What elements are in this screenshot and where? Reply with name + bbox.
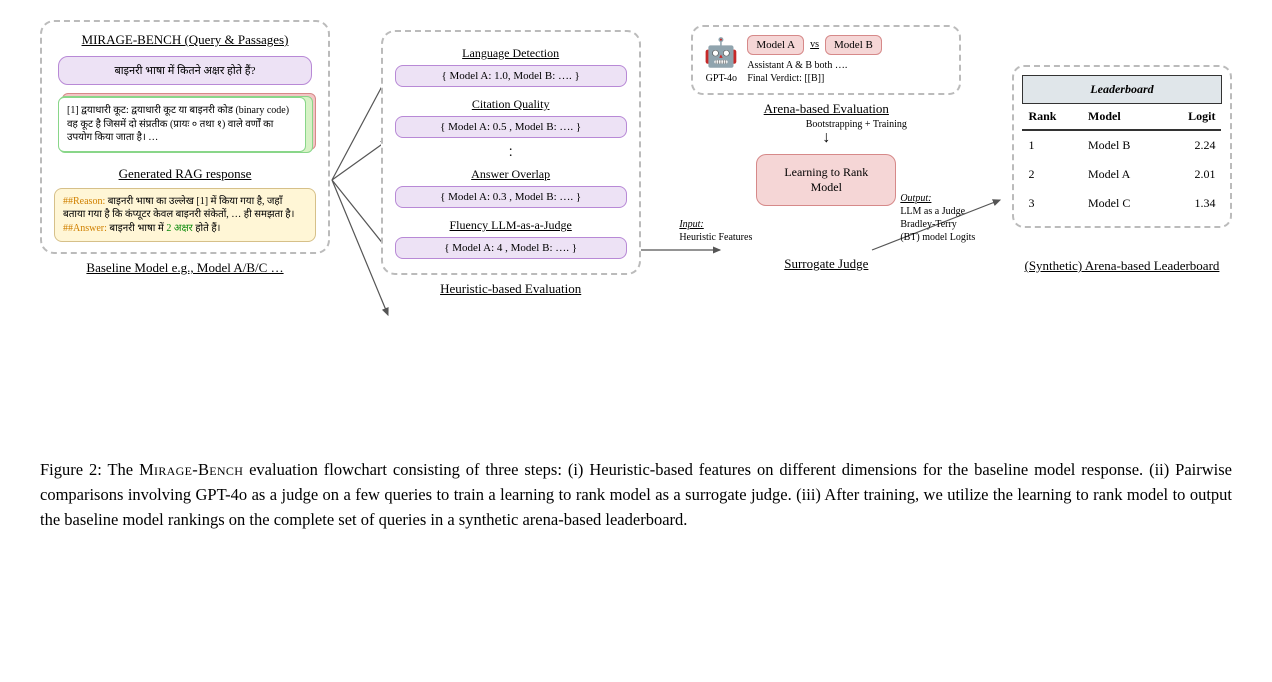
metric-box-2: { Model A: 0.3 , Model B: …. }	[395, 186, 627, 208]
rag-title: Generated RAG response	[54, 166, 316, 182]
passage-stack: [1] द्वयाधारी कूट: द्वयाधारी कूट या बाइन…	[54, 93, 316, 156]
gpt-label: GPT-4o	[703, 73, 739, 84]
bootstrap-label: Bootstrapping + Training	[721, 119, 991, 130]
input-panel: MIRAGE-BENCH (Query & Passages) बाइनरी भ…	[40, 20, 330, 254]
col3-caption: Surrogate Judge	[691, 256, 961, 272]
metric-box-1: { Model A: 0.5 , Model B: …. }	[395, 116, 627, 138]
model-a-pill: Model A	[747, 35, 804, 55]
vs-label: vs	[808, 39, 821, 50]
input-title: MIRAGE-BENCH (Query & Passages)	[54, 32, 316, 48]
input-annotation: Input: Heuristic Features	[679, 218, 752, 244]
lb-col-logit: Logit	[1163, 104, 1222, 131]
col4-caption: (Synthetic) Arena-based Leaderboard	[1012, 258, 1232, 274]
robot-icon: 🤖	[703, 35, 739, 71]
answer-text-a: बाइनरी भाषा में	[107, 223, 166, 234]
down-arrow-icon: ↓	[691, 130, 961, 146]
heuristic-column: Language Detection { Model A: 1.0, Model…	[381, 30, 641, 297]
lb-col-model: Model	[1082, 104, 1163, 131]
surrogate-column: 🤖 GPT-4o Model A vs Model B Assistant A …	[691, 25, 961, 272]
assistant-line: Assistant A & B both ….	[747, 59, 949, 72]
reason-label: ##Reason:	[63, 196, 105, 207]
table-row: 2Model A2.01	[1022, 160, 1221, 189]
answer-highlight: 2 अक्षर	[166, 223, 192, 234]
col1-caption: Baseline Model e.g., Model A/B/C …	[40, 260, 330, 276]
lb-col-rank: Rank	[1022, 104, 1082, 131]
leaderboard-panel: Leaderboard Rank Model Logit 1Model B2.2…	[1012, 65, 1232, 228]
rag-response-box: ##Reason: बाइनरी भाषा का उल्लेख [1] में …	[54, 188, 316, 243]
answer-text-c: होते हैं।	[193, 223, 221, 234]
answer-label: ##Answer:	[63, 223, 107, 234]
lb-header: Leaderboard	[1022, 76, 1221, 104]
figure-label: Figure 2:	[40, 460, 107, 479]
col2-caption: Heuristic-based Evaluation	[381, 281, 641, 297]
metric-box-0: { Model A: 1.0, Model B: …. }	[395, 65, 627, 87]
vertical-ellipsis: ··	[395, 148, 627, 159]
output-annotation: Output: LLM as a Judge Bradley-Terry (BT…	[900, 192, 975, 244]
metric-title-2: Answer Overlap	[395, 167, 627, 182]
passage-text: [1] द्वयाधारी कूट: द्वयाधारी कूट या बाइन…	[58, 97, 306, 152]
verdict-line: Final Verdict: [[B]]	[747, 72, 949, 85]
leaderboard-column: Leaderboard Rank Model Logit 1Model B2.2…	[1012, 65, 1232, 274]
query-box: बाइनरी भाषा में कितने अक्षर होते हैं?	[58, 56, 312, 85]
arena-eval-label: Arena-based Evaluation	[691, 101, 961, 117]
bench-name: Mirage-Bench	[139, 460, 243, 479]
metric-title-1: Citation Quality	[395, 97, 627, 112]
metric-title-0: Language Detection	[395, 46, 627, 61]
table-row: 3Model C1.34	[1022, 189, 1221, 218]
flowchart: MIRAGE-BENCH (Query & Passages) बाइनरी भ…	[40, 20, 1232, 430]
metric-box-3: { Model A: 4 , Model B: …. }	[395, 237, 627, 259]
arena-panel: 🤖 GPT-4o Model A vs Model B Assistant A …	[691, 25, 961, 95]
leaderboard-table: Leaderboard Rank Model Logit 1Model B2.2…	[1022, 75, 1222, 218]
input-panel-column: MIRAGE-BENCH (Query & Passages) बाइनरी भ…	[40, 20, 330, 276]
model-b-pill: Model B	[825, 35, 882, 55]
table-row: 1Model B2.24	[1022, 130, 1221, 160]
metric-title-3: Fluency LLM-as-a-Judge	[395, 218, 627, 233]
ltr-model-box: Learning to Rank Model	[756, 154, 896, 206]
figure-caption: Figure 2: The Mirage-Bench evaluation fl…	[40, 458, 1232, 532]
heuristic-panel: Language Detection { Model A: 1.0, Model…	[381, 30, 641, 275]
